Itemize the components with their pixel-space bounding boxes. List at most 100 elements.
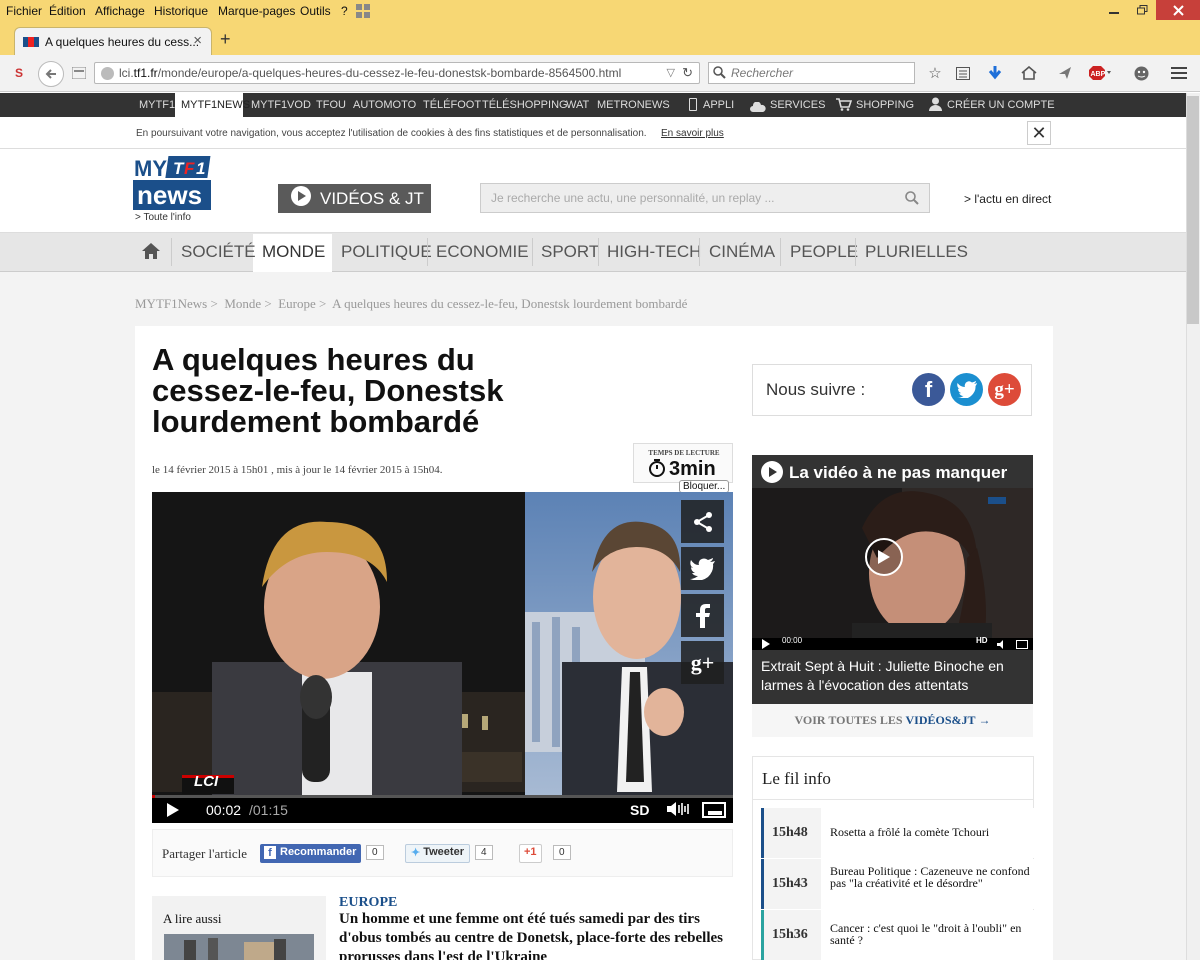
breadcrumb-europe[interactable]: Europe > [278, 296, 326, 311]
section-cinema[interactable]: CINÉMA [709, 242, 775, 262]
bookmark-star-icon[interactable]: ☆ [926, 64, 944, 82]
minimize-button[interactable] [1100, 0, 1128, 20]
news-feed-item[interactable]: 15h36 Cancer : c'est quoi le "droit à l'… [761, 910, 1034, 960]
browser-search-input[interactable]: Rechercher [708, 62, 915, 84]
facebook-share-icon[interactable] [681, 594, 724, 637]
menu-marque-pages[interactable]: Marque-pages [218, 4, 295, 18]
section-people[interactable]: PEOPLE [790, 242, 858, 262]
play-icon[interactable] [166, 802, 180, 821]
back-arrow-icon[interactable] [38, 61, 64, 87]
network-wat[interactable]: WAT [566, 99, 589, 111]
menu-historique[interactable]: Historique [154, 4, 208, 18]
tab-close-icon[interactable]: × [193, 32, 202, 49]
menu-edition[interactable]: Édition [49, 4, 86, 18]
emoji-addon-icon[interactable] [1132, 64, 1150, 82]
small-play-icon[interactable] [762, 636, 770, 650]
magnifier-icon[interactable] [905, 191, 919, 208]
menu-fichier[interactable]: Fichier [6, 4, 42, 18]
url-bar[interactable]: lci. tf1.fr/monde/europe/a-quelques-heure… [94, 62, 700, 84]
section-economie[interactable]: ECONOMIE [436, 242, 529, 262]
addon-s-icon[interactable]: S [10, 64, 28, 82]
breadcrumb-home[interactable]: MYTF1News > [135, 296, 218, 311]
menu-affichage[interactable]: Affichage [95, 4, 145, 18]
volume-small-icon[interactable] [997, 636, 1007, 650]
site-identity-icon[interactable] [101, 67, 114, 80]
network-mytf1news[interactable]: MYTF1NEWS [181, 99, 250, 111]
video-quality-button[interactable]: SD [630, 802, 649, 818]
facebook-recommend-button[interactable]: f Recommander [260, 844, 362, 863]
section-societe[interactable]: SOCIÉTÉ [181, 242, 256, 262]
see-all-videos-link[interactable]: VOIR TOUTES LES VIDÉOS&JT → [752, 704, 1033, 737]
browser-tab[interactable]: A quelques heures du cess... × [14, 27, 212, 55]
fullscreen-icon[interactable] [702, 802, 726, 821]
network-create-account[interactable]: CRÉER UN COMPTE [947, 99, 1055, 111]
menu-outils[interactable]: Outils [300, 4, 331, 18]
featured-video-caption[interactable]: Extrait Sept à Huit : Juliette Binoche e… [752, 650, 1033, 704]
tweet-button[interactable]: ✦ Tweeter [405, 844, 470, 863]
network-mytf1[interactable]: MYTF1 [139, 99, 175, 111]
gplus-button[interactable]: +1 [519, 844, 542, 863]
video-player[interactable]: LCI [152, 492, 733, 823]
breadcrumb-monde[interactable]: Monde > [224, 296, 271, 311]
reload-icon[interactable]: ↻ [682, 65, 693, 81]
section-high-tech[interactable]: HIGH-TECH [607, 242, 701, 262]
news-feed-time: 15h43 [772, 876, 808, 891]
network-mytf1vod[interactable]: MYTF1VOD [251, 99, 311, 111]
scrollbar-thumb[interactable] [1187, 96, 1199, 324]
share-icon[interactable] [681, 500, 724, 543]
cookie-close-button[interactable]: ✕ [1027, 121, 1051, 145]
news-feed-time: 15h36 [772, 927, 808, 942]
home-icon[interactable] [1020, 64, 1038, 82]
share-plane-icon[interactable] [1056, 64, 1074, 82]
site-search-input[interactable]: Je recherche une actu, une personnalité,… [480, 183, 930, 213]
svg-text:MY: MY [134, 156, 167, 181]
section-sport[interactable]: SPORT [541, 242, 599, 262]
reading-list-icon[interactable] [954, 64, 972, 82]
mytf1news-logo[interactable]: MY T F 1 news [133, 152, 211, 210]
section-plurielles[interactable]: PLURIELLES [865, 242, 968, 262]
cookie-more-link[interactable]: En savoir plus [661, 128, 724, 139]
hd-icon[interactable]: HD [976, 636, 988, 645]
gplus-share-icon[interactable]: g+ [681, 641, 724, 684]
twitter-share-icon[interactable] [681, 547, 724, 590]
page-list-icon[interactable] [70, 64, 88, 82]
new-tab-button[interactable]: + [220, 29, 231, 50]
network-services[interactable]: SERVICES [770, 99, 825, 111]
network-teleshopping[interactable]: TÉLÉSHOPPING [482, 99, 568, 111]
network-automoto[interactable]: AUTOMOTO [353, 99, 416, 111]
video-play-icon[interactable] [865, 538, 903, 576]
hamburger-menu-icon[interactable] [1170, 64, 1188, 82]
network-metronews[interactable]: METRONEWS [597, 99, 670, 111]
videos-jt-button[interactable]: VIDÉOS & JT [278, 184, 431, 213]
adblock-icon[interactable]: ABP [1088, 64, 1112, 82]
video-progress-track[interactable] [152, 795, 733, 798]
home-icon[interactable] [142, 243, 160, 264]
live-news-link[interactable]: > l'actu en direct [964, 192, 1051, 206]
window-close-button[interactable] [1156, 0, 1200, 20]
section-politique[interactable]: POLITIQUE [341, 242, 432, 262]
news-feed-item[interactable]: 15h43 Bureau Politique : Cazeneuve ne co… [761, 859, 1034, 909]
featured-video-player[interactable]: 00:00 HD [752, 488, 1033, 650]
network-telefoot[interactable]: TÉLÉFOOT [423, 99, 481, 111]
volume-icon[interactable] [666, 801, 690, 820]
facebook-follow-icon[interactable]: f [912, 373, 945, 406]
news-feed-item[interactable]: 15h48 Rosetta a frôlé la comète Tchouri [761, 808, 1034, 858]
url-dropdown-icon[interactable]: ▽ [667, 66, 675, 79]
maximize-button[interactable] [1128, 0, 1156, 20]
logo-tagline: > Toute l'info [135, 212, 191, 223]
read-also-thumbnail[interactable] [164, 934, 314, 960]
fullscreen-small-icon[interactable] [1016, 636, 1028, 650]
video-progress-fill [152, 795, 155, 798]
network-appli[interactable]: APPLI [703, 99, 734, 111]
section-monde[interactable]: MONDE [262, 242, 325, 262]
downloads-icon[interactable] [986, 64, 1004, 82]
twitter-follow-icon[interactable] [950, 373, 983, 406]
arrow-right-icon: → [978, 713, 991, 727]
network-tfou[interactable]: TFOU [316, 99, 346, 111]
network-shopping[interactable]: SHOPPING [856, 99, 914, 111]
article-category[interactable]: EUROPE [339, 895, 397, 911]
gplus-follow-icon[interactable]: g+ [988, 373, 1021, 406]
menu-aide[interactable]: ? [341, 4, 348, 18]
reading-time-label: TEMPS DE LECTURE [648, 449, 720, 457]
tab-groups-icon[interactable] [356, 4, 370, 18]
